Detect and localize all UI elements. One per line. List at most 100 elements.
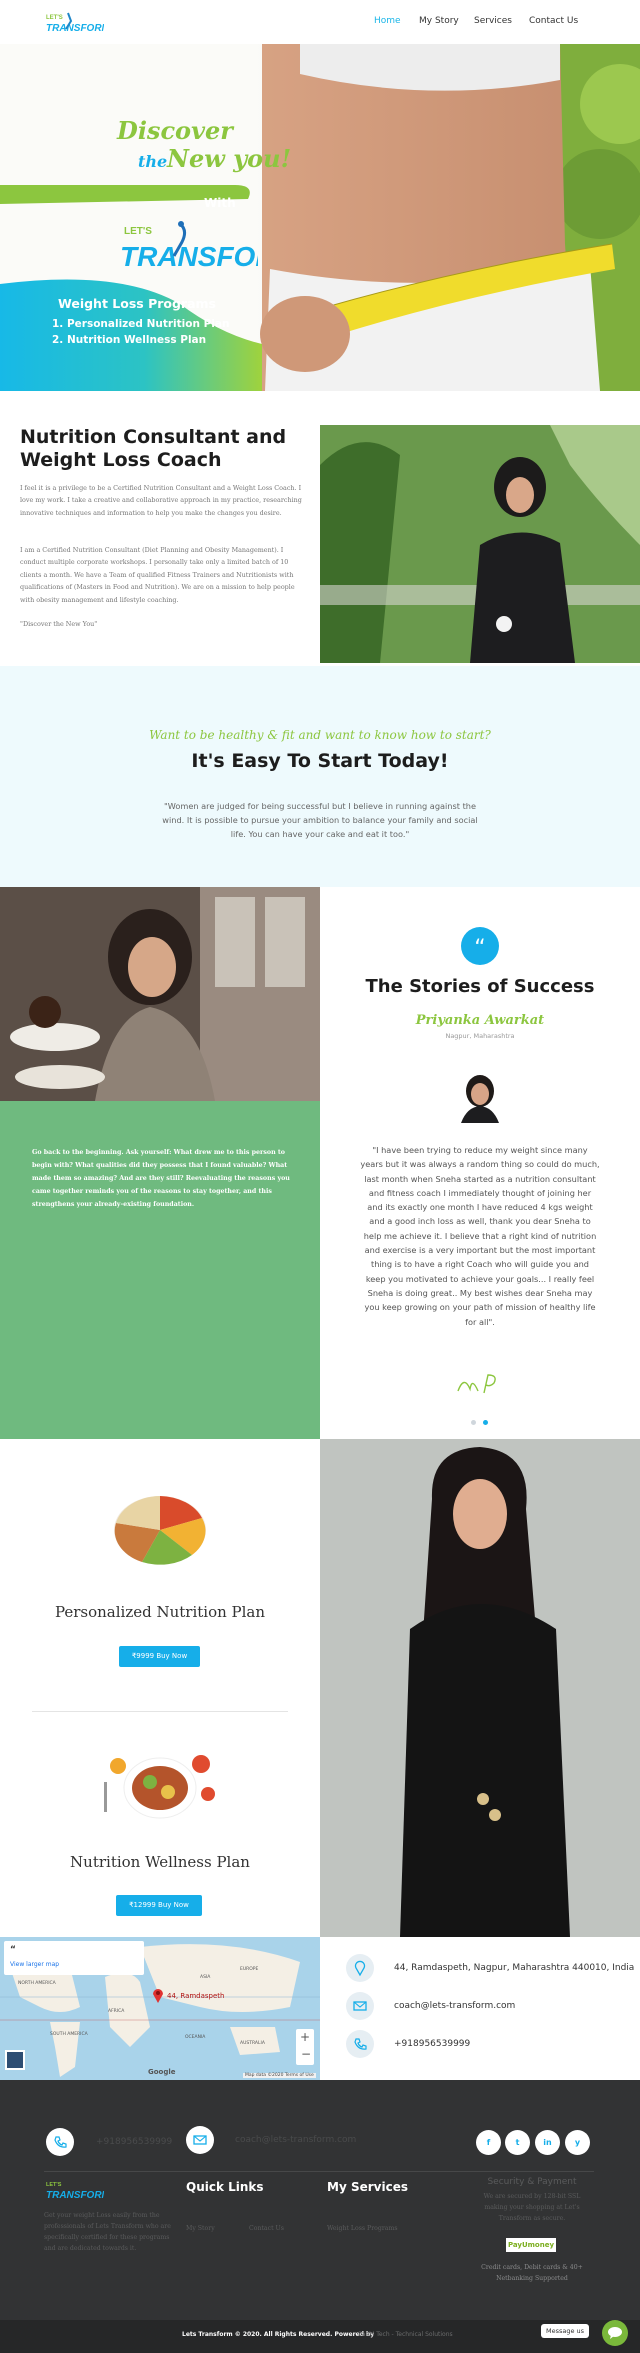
stories-left-panel: Go back to the beginning. Ask yourself: … — [0, 1101, 320, 1439]
services-title: My Services — [327, 2180, 408, 2194]
plan2-buy-button[interactable]: ₹12999 Buy Now — [116, 1895, 202, 1916]
youtube-icon[interactable]: y — [565, 2130, 590, 2155]
hero-program-1: 1. Personalized Nutrition Plan — [52, 318, 230, 330]
plan2-title: Nutrition Wellness Plan — [70, 1853, 250, 1871]
testimonial-avatar — [453, 1069, 507, 1123]
zoom-in-button[interactable]: + — [300, 2030, 310, 2044]
testimonial-text: "I have been trying to reduce my weight … — [360, 1145, 600, 1327]
svg-text:LET'S: LET'S — [46, 15, 63, 21]
chat-icon — [608, 2327, 622, 2339]
signature-icon — [457, 1374, 496, 1394]
google-logo: Google — [148, 2068, 176, 2076]
nav-services[interactable]: Services — [474, 16, 512, 26]
hero-programs-title: Weight Loss Programs — [58, 296, 216, 311]
location-icon — [354, 1960, 366, 1977]
quick-links-title: Quick Links — [186, 2180, 264, 2194]
phone-icon — [54, 2136, 67, 2148]
map-label-oceania: OCEANIA — [185, 2035, 206, 2040]
hero-brand-logo: LET'S TRANSFORM — [120, 221, 258, 272]
envelope-icon — [193, 2135, 207, 2145]
map-label-asia: ASIA — [200, 1975, 211, 1980]
about-tagline: "Discover the New You" — [20, 620, 98, 628]
nutrition-food-image — [114, 1496, 206, 1565]
chat-button[interactable] — [602, 2320, 628, 2346]
hero-with: With — [204, 196, 236, 210]
facebook-icon[interactable]: f — [476, 2130, 501, 2155]
contact-location-circle — [346, 1954, 374, 1982]
service-weight-loss[interactable]: Weight Loss Programs — [327, 2223, 398, 2234]
start-heading: It's Easy To Start Today! — [191, 750, 449, 772]
map-satellite-toggle[interactable] — [5, 2050, 25, 2070]
twitter-icon[interactable]: t — [505, 2130, 530, 2155]
envelope-icon — [353, 2001, 367, 2011]
map-label-africa: AFRICA — [108, 2009, 125, 2014]
footer-phone-circle — [46, 2128, 74, 2156]
google-map[interactable]: “ View larger map 44, Ramdaspeth NORTH A… — [0, 1937, 320, 2080]
map-zoom-controls: + − — [296, 2029, 314, 2065]
svg-text:TRANSFORM: TRANSFORM — [46, 23, 104, 34]
coach-photo — [320, 425, 640, 663]
message-us-button[interactable]: Message us — [541, 2324, 589, 2338]
contact-phone[interactable]: +918956539999 — [394, 2039, 470, 2049]
view-larger-map-link[interactable]: View larger map — [10, 1961, 59, 1968]
map-attribution[interactable]: Map data ©2020 Terms of Use — [243, 2073, 316, 2078]
top-navbar: LET'S TRANSFORM Home My Story Services C… — [0, 0, 640, 44]
coach-portrait — [320, 1439, 640, 1937]
wellness-food-image — [104, 1755, 215, 1819]
zoom-out-button[interactable]: − — [301, 2047, 311, 2061]
stories-of-success: “ The Stories of Success Priyanka Awarka… — [320, 887, 640, 1439]
start-quote: "Women are judged for being successful b… — [162, 801, 478, 839]
nav-my-story[interactable]: My Story — [419, 16, 459, 26]
footer-email-circle — [186, 2126, 214, 2154]
site-logo[interactable]: LET'S TRANSFORM — [44, 9, 104, 36]
about-paragraph-1: I feel it is a privilege to be a Certifi… — [20, 484, 302, 517]
carousel-dot-2[interactable] — [483, 1420, 488, 1425]
security-text: We are secured by 128-bit SSL making you… — [483, 2193, 581, 2222]
map-pin-label: 44, Ramdaspeth — [167, 1992, 225, 2000]
contact-email-circle — [346, 1992, 374, 2020]
stories-heading: The Stories of Success — [365, 976, 595, 997]
start-today-section: Want to be healthy & fit and want to kno… — [0, 666, 640, 887]
contact-phone-circle — [346, 2030, 374, 2058]
linkedin-icon[interactable]: in — [535, 2130, 560, 2155]
payumoney-logo: PayUmoney — [506, 2238, 556, 2252]
hero-new-you: New you! — [167, 144, 292, 173]
phone-icon — [354, 2038, 367, 2050]
footer-divider — [44, 2171, 594, 2172]
plans-section: Personalized Nutrition Plan ₹9999 Buy No… — [0, 1439, 320, 1937]
hero-the: the — [138, 152, 168, 171]
hero-program-2: 2. Nutrition Wellness Plan — [52, 334, 207, 346]
copyright-text: Lets Transform © 2020. All Rights Reserv… — [182, 2331, 375, 2338]
plan1-title: Personalized Nutrition Plan — [54, 1603, 266, 1621]
security-title: Security & Payment — [487, 2177, 577, 2187]
map-label-europe: EUROPE — [240, 1967, 259, 1972]
footer-phone[interactable]: +918956539999 — [96, 2137, 172, 2147]
quick-link-contact-us[interactable]: Contact Us — [249, 2223, 284, 2234]
quote-icon: “ — [461, 927, 499, 965]
map-pin-icon[interactable] — [152, 1987, 164, 2003]
carousel-dot-1[interactable] — [471, 1420, 476, 1425]
map-quote-icon: “ — [10, 1945, 16, 1955]
footer-logo[interactable]: LET'S TRANSFORM — [44, 2177, 104, 2203]
nav-contact-us[interactable]: Contact Us — [529, 16, 578, 26]
footer-email[interactable]: coach@lets-transform.com — [235, 2135, 356, 2145]
footer-about-text: Get your weight Loss easily from the pro… — [44, 2212, 171, 2252]
about-paragraph-2: I am a Certified Nutrition Consultant (D… — [20, 546, 295, 604]
payment-text: Credit cards, Debit cards & 40+ Netbanki… — [481, 2264, 583, 2282]
plan1-buy-button[interactable]: ₹9999 Buy Now — [119, 1646, 200, 1667]
quick-link-my-story[interactable]: My Story — [186, 2223, 215, 2234]
svg-text:LET'S: LET'S — [124, 226, 152, 237]
nav-home[interactable]: Home — [374, 16, 401, 26]
testimonial-text-box: "I have been trying to reduce my weight … — [360, 1143, 600, 1343]
contact-email[interactable]: coach@lets-transform.com — [394, 2001, 515, 2011]
map-label-australia: AUSTRALIA — [240, 2041, 265, 2046]
start-script-text: Want to be healthy & fit and want to kno… — [149, 728, 491, 742]
testimonial-location: Nagpur, Maharashtra — [445, 1032, 515, 1040]
powered-by-link[interactable]: Saaki Tech - Technical Solutions — [358, 2331, 453, 2338]
svg-text:LET'S: LET'S — [46, 2182, 62, 2188]
hero-banner: Discover the New you! With LET'S TRANSFO… — [0, 44, 640, 391]
stories-photo — [0, 887, 320, 1101]
plans-divider — [32, 1711, 288, 1712]
contact-address: 44, Ramdaspeth, Nagpur, Maharashtra 4400… — [394, 1963, 635, 1973]
map-label-south-america: SOUTH AMERICA — [50, 2032, 88, 2037]
